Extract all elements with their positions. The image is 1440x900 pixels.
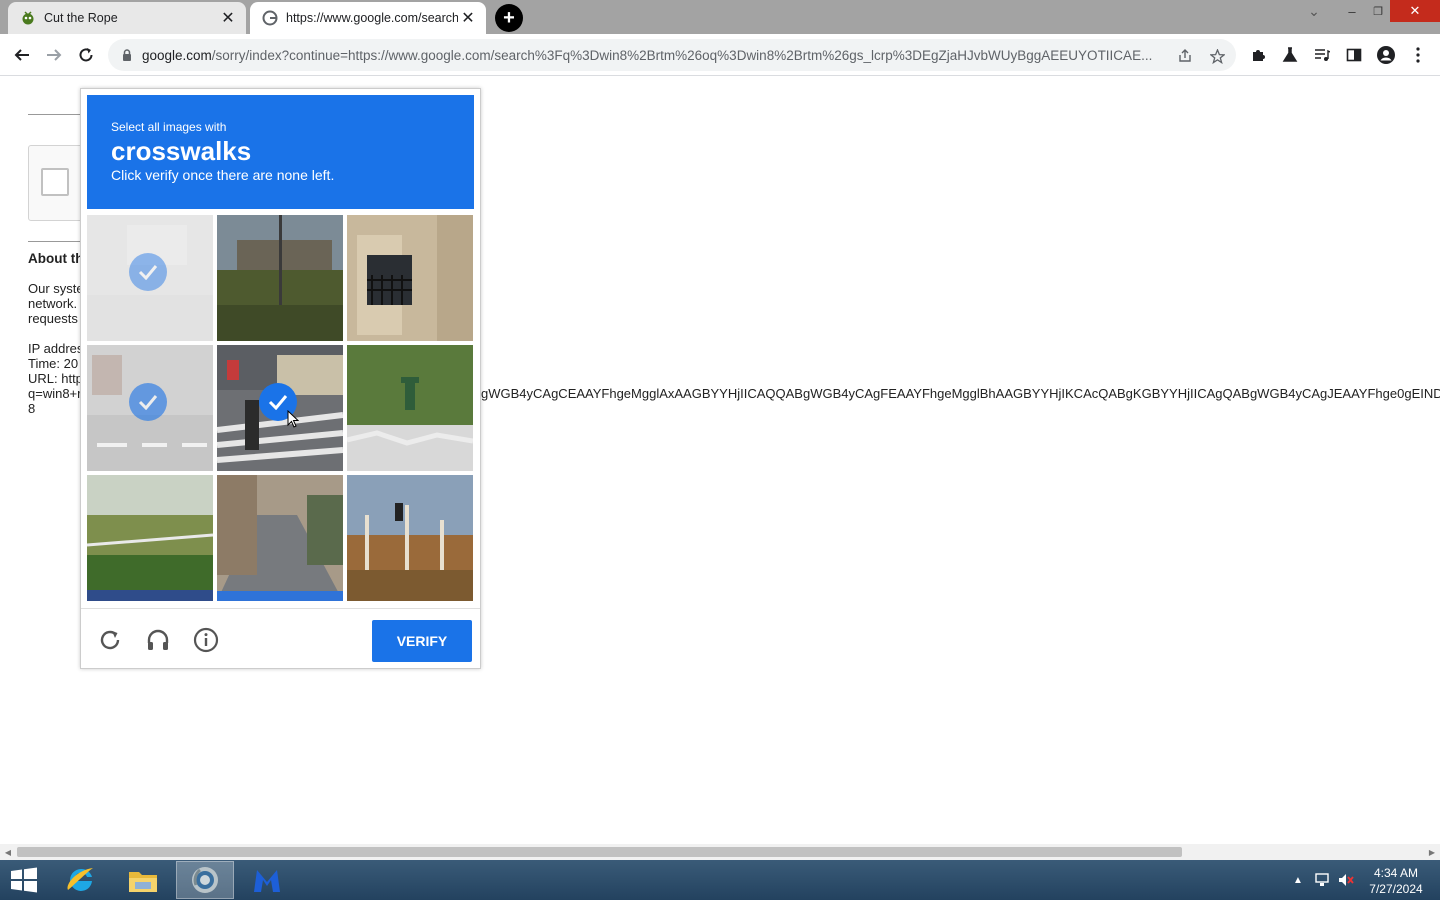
menu-kebab-icon[interactable] — [1408, 45, 1428, 65]
query-line-end: 8 — [28, 401, 36, 416]
instruction-target: crosswalks — [111, 136, 252, 166]
chrome-button[interactable] — [176, 861, 234, 899]
address-bar[interactable]: google.com/sorry/index?continue=https://… — [108, 39, 1236, 71]
google-favicon-icon — [262, 10, 278, 26]
media-queue-icon[interactable] — [1312, 45, 1332, 65]
url-host: google.com — [142, 47, 212, 63]
tab-title: Cut the Rope — [44, 11, 118, 25]
forward-button[interactable] — [39, 40, 69, 70]
network-icon[interactable] — [1314, 872, 1330, 888]
tab-search-chevron-icon[interactable]: ⌄ — [1296, 0, 1332, 22]
captcha-tile-8[interactable] — [217, 475, 343, 601]
captcha-tile-6[interactable] — [347, 345, 473, 471]
clock-date: 7/27/2024 — [1369, 882, 1423, 896]
file-explorer-button[interactable] — [114, 861, 172, 899]
reload-icon — [79, 48, 93, 62]
captcha-tile-4[interactable] — [87, 345, 213, 471]
instruction-line-2: Click verify once there are none left. — [111, 167, 335, 183]
query-line: q=win8+r — [28, 386, 82, 401]
overflow-url-text: gWGB4yCAgCEAAYFhgeMgglAxAAGBYYHjIICAQQAB… — [481, 386, 1440, 401]
mouse-cursor-icon — [287, 409, 300, 433]
back-button[interactable] — [7, 40, 37, 70]
cut-the-rope-favicon-icon — [20, 10, 36, 26]
reload-icon — [100, 630, 120, 650]
url-path: /sorry/index?continue=https://www.google… — [211, 47, 1153, 63]
start-button[interactable] — [0, 861, 48, 899]
browser-toolbar: google.com/sorry/index?continue=https://… — [0, 34, 1440, 76]
system-clock[interactable]: 4:34 AM 7/27/2024 — [1360, 865, 1432, 897]
horizontal-scrollbar[interactable]: ◀ ▶ — [0, 844, 1440, 860]
internet-explorer-button[interactable] — [52, 861, 110, 899]
side-panel-icon[interactable] — [1344, 45, 1364, 65]
profile-avatar-icon[interactable] — [1376, 45, 1396, 65]
headphones-icon — [147, 629, 169, 650]
paragraph-line: network. — [28, 296, 78, 311]
reload-button[interactable] — [71, 40, 101, 70]
malwarebytes-button[interactable] — [238, 861, 296, 899]
folder-icon — [129, 872, 157, 892]
captcha-tile-3[interactable] — [347, 215, 473, 341]
windows-taskbar: ▲ 4:34 AM 7/27/2024 — [0, 860, 1440, 900]
captcha-tile-9[interactable] — [347, 475, 473, 601]
clock-time: 4:34 AM — [1373, 866, 1419, 880]
instruction-line-1: Select all images with — [111, 120, 227, 134]
divider — [28, 241, 88, 242]
selected-check-icon — [129, 253, 167, 291]
captcha-tile-5[interactable] — [217, 345, 343, 471]
back-arrow-icon — [14, 49, 29, 61]
captcha-tile-7[interactable] — [87, 475, 213, 601]
extensions-puzzle-icon[interactable] — [1248, 45, 1268, 65]
audio-challenge-button[interactable] — [145, 627, 171, 653]
captcha-tile-2[interactable] — [217, 215, 343, 341]
help-info-button[interactable] — [193, 627, 219, 653]
time-line: Time: 20 — [28, 356, 79, 371]
internet-explorer-icon — [67, 868, 93, 891]
about-heading: About th — [28, 251, 84, 266]
url-line: URL: http — [28, 371, 83, 386]
labs-flask-icon[interactable] — [1280, 45, 1300, 65]
recaptcha-checkbox[interactable] — [41, 168, 69, 196]
reload-challenge-button[interactable] — [97, 627, 123, 653]
new-tab-button[interactable]: + — [495, 4, 523, 32]
lock-icon[interactable] — [120, 48, 134, 62]
captcha-footer: VERIFY — [81, 608, 480, 668]
volume-muted-icon[interactable] — [1338, 872, 1354, 888]
forward-arrow-icon — [47, 49, 62, 61]
show-hidden-icons-icon[interactable]: ▲ — [1290, 872, 1306, 888]
tab-google-search[interactable]: https://www.google.com/search ✕ — [250, 2, 486, 34]
verify-button[interactable]: VERIFY — [372, 620, 472, 662]
divider — [28, 114, 88, 115]
tab-title: https://www.google.com/search — [286, 11, 458, 25]
captcha-instructions: Select all images with crosswalks Click … — [87, 95, 474, 209]
close-tab-icon[interactable]: ✕ — [218, 8, 238, 28]
captcha-challenge-dialog: Select all images with crosswalks Click … — [80, 88, 481, 669]
malwarebytes-icon — [254, 870, 280, 892]
close-tab-icon[interactable]: ✕ — [458, 8, 478, 28]
tab-cut-the-rope[interactable]: Cut the Rope ✕ — [8, 2, 246, 34]
captcha-tile-1[interactable] — [87, 215, 213, 341]
scroll-left-icon[interactable]: ◀ — [1, 846, 15, 858]
ip-address-line: IP addres — [28, 341, 84, 356]
bookmark-star-icon[interactable] — [1208, 47, 1226, 65]
close-window-button[interactable]: ✕ — [1390, 0, 1440, 22]
url-text[interactable]: google.com/sorry/index?continue=https://… — [142, 48, 1172, 63]
windows-logo-icon — [11, 867, 37, 893]
scroll-right-icon[interactable]: ▶ — [1425, 846, 1439, 858]
paragraph-line: requests — [28, 311, 78, 326]
share-icon[interactable] — [1176, 47, 1194, 65]
scrollbar-thumb[interactable] — [17, 847, 1182, 857]
chrome-icon — [192, 867, 218, 893]
paragraph-line: Our syste — [28, 281, 84, 296]
selected-check-icon — [129, 383, 167, 421]
info-icon — [193, 627, 219, 653]
tab-strip: Cut the Rope ✕ https://www.google.com/se… — [0, 0, 1440, 34]
recaptcha-checkbox-card — [28, 145, 84, 221]
